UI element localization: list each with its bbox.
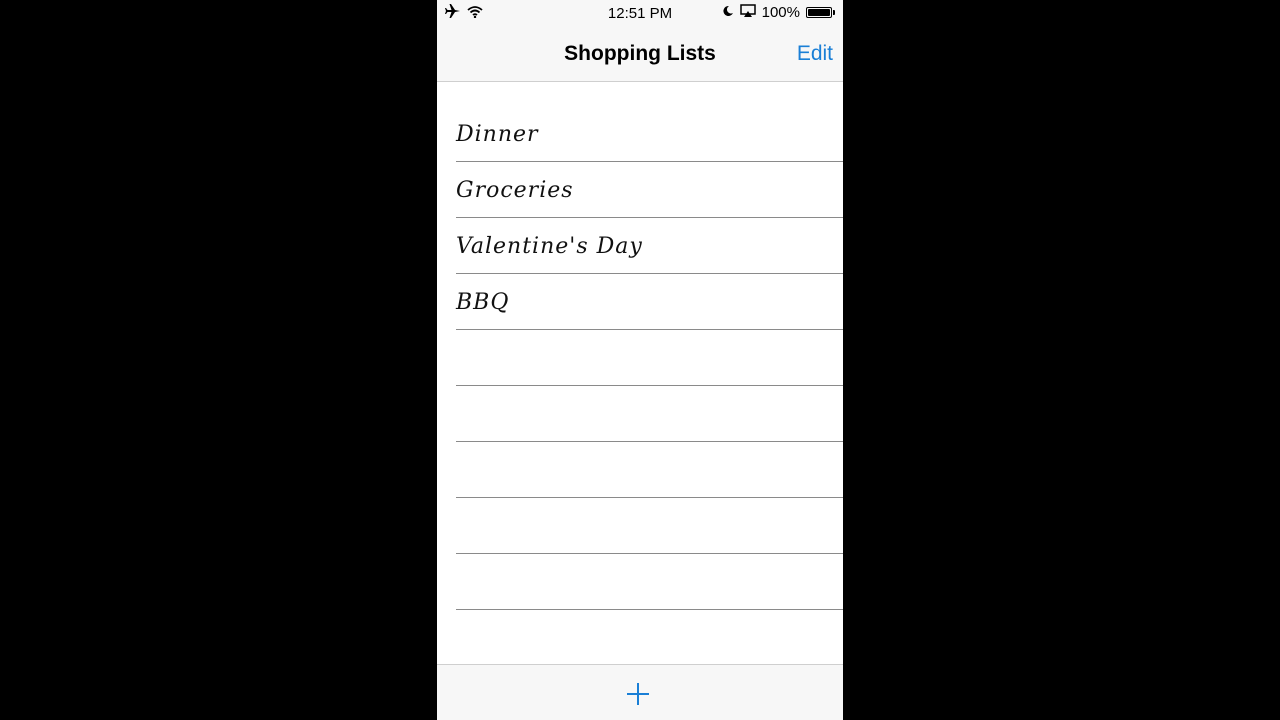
add-list-button[interactable] [625, 681, 651, 707]
battery-fill [808, 9, 830, 16]
battery-body [806, 7, 832, 18]
airplay-icon [739, 4, 756, 21]
list-item-label: Dinner [456, 122, 539, 147]
shopping-list-table: Dinner Groceries Valentine's Day BBQ [437, 106, 843, 666]
list-item-label: BBQ [456, 290, 510, 315]
list-item[interactable] [456, 610, 843, 666]
list-item-label: Groceries [456, 178, 574, 203]
list-item-label: Valentine's Day [456, 234, 643, 259]
moon-icon [722, 4, 734, 21]
list-item[interactable]: Groceries [456, 162, 843, 218]
list-item[interactable] [456, 330, 843, 386]
app-screen: 12:51 PM 100% Shopping Lists Edit Dinner… [437, 0, 843, 720]
battery-percent: 100% [761, 4, 800, 21]
list-item[interactable] [456, 386, 843, 442]
list-item[interactable]: BBQ [456, 274, 843, 330]
list-item[interactable]: Valentine's Day [456, 218, 843, 274]
battery-icon [806, 7, 835, 18]
list-item[interactable]: Dinner [456, 106, 843, 162]
navigation-bar: Shopping Lists Edit [437, 26, 843, 82]
status-bar: 12:51 PM 100% [437, 0, 843, 26]
list-item[interactable] [456, 498, 843, 554]
bottom-toolbar [437, 664, 843, 720]
list-item[interactable] [456, 442, 843, 498]
battery-nub [833, 10, 835, 15]
page-title: Shopping Lists [564, 42, 716, 65]
status-right: 100% [722, 4, 835, 21]
edit-button[interactable]: Edit [797, 42, 833, 66]
list-item[interactable] [456, 554, 843, 610]
plus-icon [627, 683, 649, 705]
